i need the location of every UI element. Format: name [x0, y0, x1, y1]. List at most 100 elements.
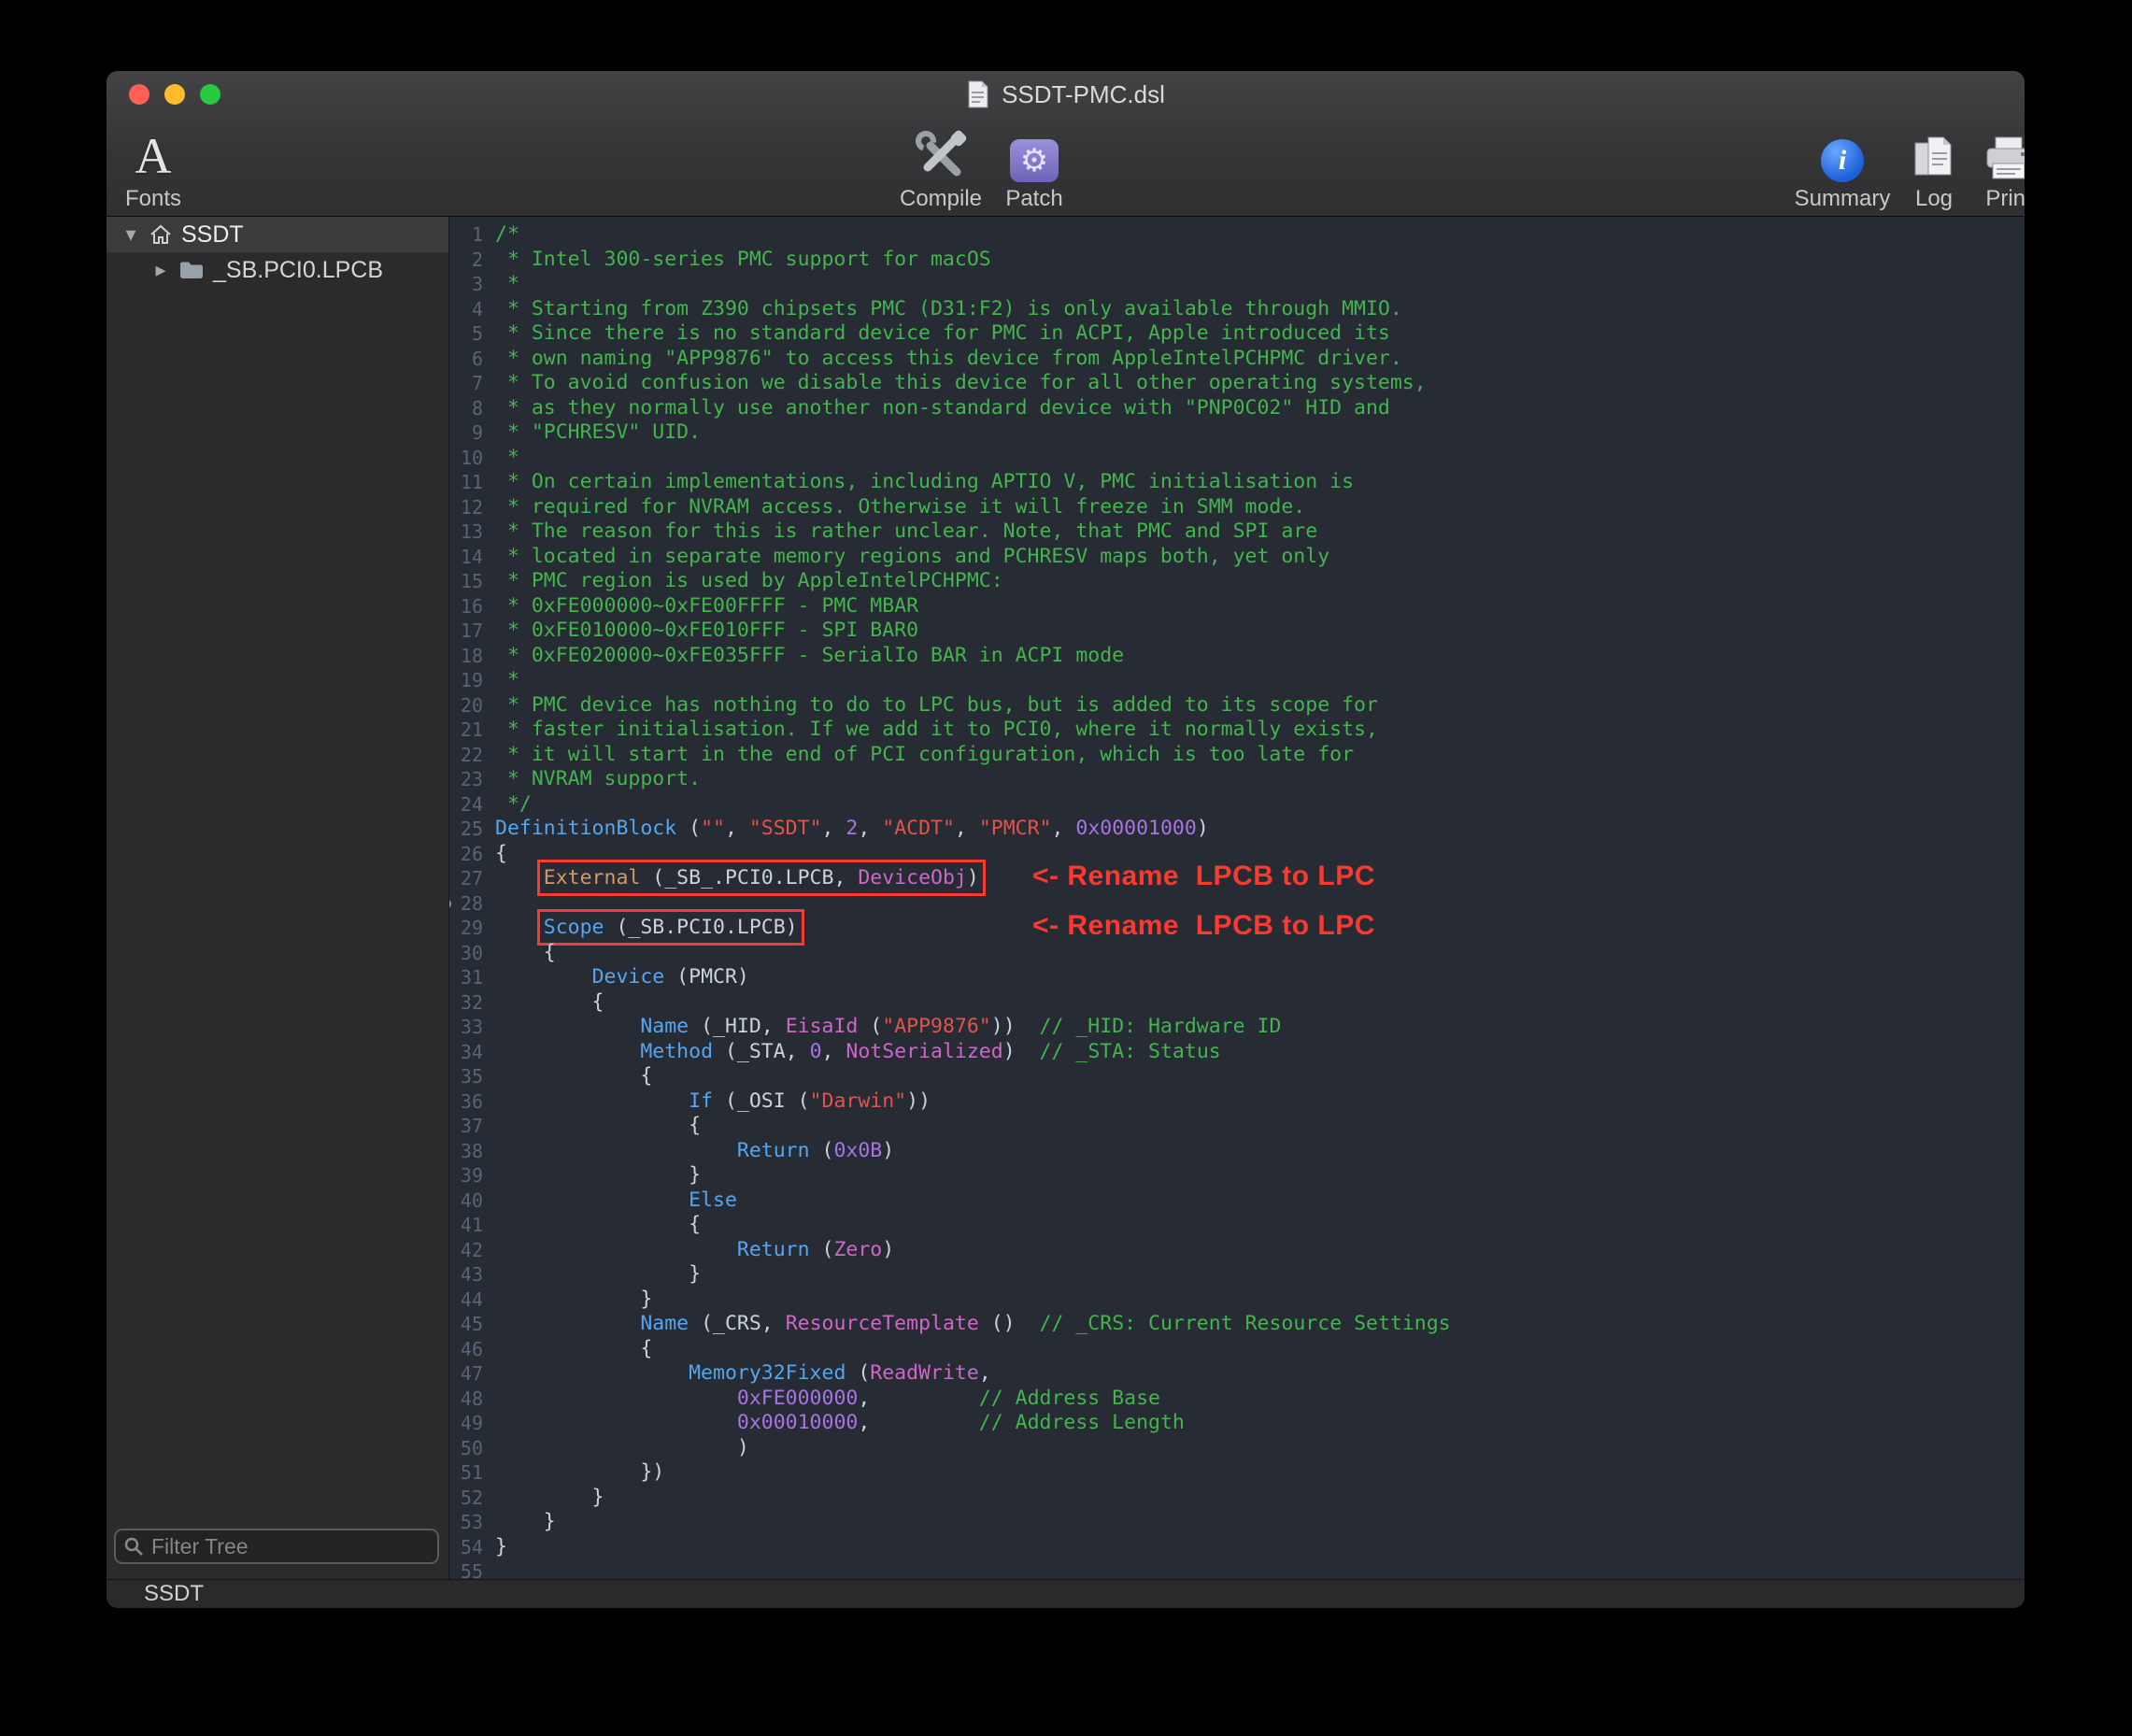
line-number: 23: [449, 767, 483, 792]
line-number: 49: [449, 1411, 483, 1436]
line-number: 33: [449, 1015, 483, 1040]
tree-item-label: SSDT: [181, 221, 244, 249]
print-button[interactable]: Print: [1962, 120, 2025, 211]
line-number: 28: [449, 891, 483, 917]
line-number: 25: [449, 817, 483, 842]
line-number: 12: [449, 495, 483, 520]
annotation-text: <- Rename LPCB to LPC: [1032, 914, 1375, 939]
fonts-button[interactable]: A Fonts: [107, 120, 200, 211]
filter-input[interactable]: [114, 1529, 439, 1564]
code-line: 2 * Intel 300-series PMC support for mac…: [449, 248, 2025, 273]
window-title: SSDT-PMC.dsl: [1002, 80, 1165, 109]
code-line: 30 {: [449, 941, 2025, 966]
patch-label: Patch: [1005, 187, 1062, 211]
line-number: 8: [449, 396, 483, 421]
code-editor[interactable]: 1/*2 * Intel 300-series PMC support for …: [449, 217, 2025, 1579]
line-number: 3: [449, 272, 483, 297]
line-number: 30: [449, 941, 483, 966]
code-line: 32 {: [449, 990, 2025, 1016]
line-number: 34: [449, 1040, 483, 1065]
line-number: 36: [449, 1089, 483, 1115]
disclosure-collapsed-icon[interactable]: ▸: [151, 258, 170, 282]
code-line: 42 Return (Zero): [449, 1238, 2025, 1263]
code-line: 25DefinitionBlock ("", "SSDT", 2, "ACDT"…: [449, 817, 2025, 842]
search-icon: [123, 1536, 144, 1561]
line-number: 44: [449, 1288, 483, 1313]
line-number: 10: [449, 446, 483, 471]
code-line: 10 *: [449, 446, 2025, 471]
code-line: 15 * PMC region is used by AppleIntelPCH…: [449, 569, 2025, 594]
status-bar: SSDT: [107, 1579, 2025, 1608]
code-line: 1/*: [449, 222, 2025, 248]
line-number: 24: [449, 792, 483, 818]
window-chrome: SSDT-PMC.dsl A Fonts Compile ⚙ Patch i: [107, 71, 2025, 217]
code-line: 35 {: [449, 1064, 2025, 1089]
maciasl-window: SSDT-PMC.dsl A Fonts Compile ⚙ Patch i: [107, 71, 2025, 1608]
line-number: 50: [449, 1436, 483, 1461]
line-number: 51: [449, 1460, 483, 1486]
code-line: 52 }: [449, 1486, 2025, 1511]
code-line: 47 Memory32Fixed (ReadWrite,: [449, 1361, 2025, 1387]
code-line: 27 External (_SB_.PCI0.LPCB, DeviceObj) <…: [449, 866, 2025, 891]
patch-button[interactable]: ⚙ Patch: [988, 120, 1081, 211]
line-number: 6: [449, 347, 483, 372]
tree-item-ssdt[interactable]: ▾ SSDT: [107, 217, 448, 252]
line-number: 19: [449, 668, 483, 693]
line-number: 46: [449, 1337, 483, 1362]
line-number: 17: [449, 619, 483, 644]
code-line: 20 * PMC device has nothing to do to LPC…: [449, 693, 2025, 719]
patch-icon: ⚙: [1010, 139, 1059, 182]
code-line: 50 ): [449, 1436, 2025, 1461]
line-number: 16: [449, 594, 483, 619]
code-line: 44 }: [449, 1288, 2025, 1313]
line-number: 11: [449, 470, 483, 495]
line-number: 53: [449, 1510, 483, 1535]
code-line: 41 {: [449, 1213, 2025, 1238]
log-label: Log: [1915, 187, 1953, 211]
compile-button[interactable]: Compile: [894, 120, 988, 211]
line-number: 7: [449, 371, 483, 396]
disclosure-expanded-icon[interactable]: ▾: [121, 222, 140, 247]
tree-item-label: _SB.PCI0.LPCB: [213, 257, 383, 284]
code-line: 51 }): [449, 1460, 2025, 1486]
home-icon: [149, 224, 172, 245]
log-icon: [1912, 124, 1956, 182]
line-number: 18: [449, 644, 483, 669]
code-line: 3 *: [449, 272, 2025, 297]
code-line: 36 If (_OSI ("Darwin")): [449, 1089, 2025, 1115]
line-number: 9: [449, 420, 483, 446]
code-lines: 1/*2 * Intel 300-series PMC support for …: [449, 217, 2025, 1579]
tree-item-sb-pci0-lpcb[interactable]: ▸ _SB.PCI0.LPCB: [107, 252, 448, 288]
line-number: 15: [449, 569, 483, 594]
code-line: 37 {: [449, 1114, 2025, 1139]
line-number: 37: [449, 1114, 483, 1139]
code-line: 17 * 0xFE010000~0xFE010FFF - SPI BAR0: [449, 619, 2025, 644]
code-line: 6 * own naming "APP9876" to access this …: [449, 347, 2025, 372]
annotation-text: <- Rename LPCB to LPC: [1032, 864, 1375, 889]
line-number: 32: [449, 990, 483, 1016]
code-line: 24 */: [449, 792, 2025, 818]
summary-info-icon: i: [1821, 139, 1864, 182]
line-number: 31: [449, 965, 483, 990]
annotation-box: External (_SB_.PCI0.LPCB, DeviceObj): [544, 866, 979, 889]
compile-icon: [913, 124, 969, 182]
code-line: 34 Method (_STA, 0, NotSerialized) // _S…: [449, 1040, 2025, 1065]
summary-button[interactable]: i Summary: [1796, 120, 1889, 211]
code-line: 53 }: [449, 1510, 2025, 1535]
code-line: 4 * Starting from Z390 chipsets PMC (D31…: [449, 297, 2025, 322]
code-line: 23 * NVRAM support.: [449, 767, 2025, 792]
line-number: 1: [449, 222, 483, 248]
line-number: 27: [449, 866, 483, 891]
gear-icon: ⚙: [1020, 142, 1048, 179]
line-number: 14: [449, 545, 483, 570]
fonts-icon: A: [135, 130, 172, 182]
code-line: 33 Name (_HID, EisaId ("APP9876")) // _H…: [449, 1015, 2025, 1040]
line-number: 54: [449, 1535, 483, 1560]
code-line: 9 * "PCHRESV" UID.: [449, 420, 2025, 446]
annotation-box: Scope (_SB.PCI0.LPCB): [544, 916, 798, 939]
line-number: 52: [449, 1486, 483, 1511]
code-line: 49 0x00010000, // Address Length: [449, 1411, 2025, 1436]
code-line: 5 * Since there is no standard device fo…: [449, 321, 2025, 347]
summary-label: Summary: [1795, 187, 1891, 211]
code-line: 40 Else: [449, 1188, 2025, 1214]
